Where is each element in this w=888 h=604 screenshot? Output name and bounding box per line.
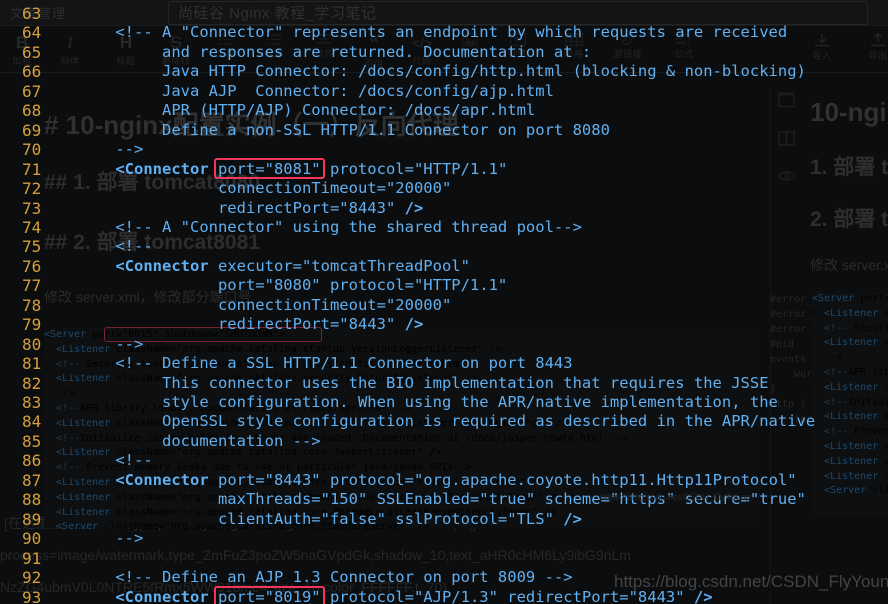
line-content: --> [78,334,144,353]
line-number: 72 [22,179,42,199]
line-content: <!-- Define an AJP 1.3 Connector on port… [78,568,573,587]
line-number: 92 [22,568,42,588]
code-line[interactable]: 90 --> [0,529,888,548]
line-content: APR (HTTP/AJP) Connector: /docs/apr.html [78,101,536,120]
line-number: 80 [22,334,42,354]
watermark-primary: https://blog.csdn.net/CSDN_FlyYoung [614,572,888,591]
line-content: <!-- [78,451,153,470]
code-line[interactable]: 66 Java HTTP Connector: /docs/config/htt… [0,62,888,81]
code-editor-overlay[interactable]: 63 64 <!-- A "Connector" represents an en… [0,0,888,604]
line-content: <Connector port="8081" protocol="HTTP/1.… [115,159,508,178]
code-line[interactable]: 80 --> [0,335,888,354]
line-number: 68 [22,101,42,121]
code-line[interactable]: 88 maxThreads="150" SSLEnabled="true" sc… [0,490,888,509]
line-content: <Connector executor="tomcatThreadPool" [115,256,470,275]
line-content: Java HTTP Connector: /docs/config/http.h… [78,62,806,81]
line-number: 77 [22,276,42,296]
code-line[interactable]: 74 <!-- A "Connector" using the shared t… [0,218,888,237]
line-content: redirectPort="8443" /> [78,315,424,334]
line-number: 69 [22,120,42,140]
code-line[interactable]: 77 port="8080" protocol="HTTP/1.1" [0,276,888,295]
line-number: 78 [22,295,42,315]
line-number: 75 [22,237,42,257]
line-content: connectionTimeout="20000" [78,179,452,198]
code-line[interactable]: 86 <!-- [0,451,888,470]
code-line[interactable]: 73 redirectPort="8443" /> [0,199,888,218]
line-content: --> [78,529,144,548]
line-content: redirectPort="8443" /> [78,198,424,217]
line-number: 84 [22,412,42,432]
code-line[interactable]: 67 Java AJP Connector: /docs/config/ajp.… [0,82,888,101]
line-content: Define a non-SSL HTTP/1.1 Connector on p… [78,120,610,139]
line-number: 65 [22,42,42,62]
line-number: 93 [22,587,42,604]
line-number: 88 [22,490,42,510]
code-line[interactable]: 71 <Connector port="8081" protocol="HTTP… [0,160,888,179]
line-number: 76 [22,256,42,276]
line-number: 70 [22,140,42,160]
line-content: style configuration. When using the APR/… [78,393,778,411]
code-line[interactable]: 68 APR (HTTP/AJP) Connector: /docs/apr.h… [0,101,888,120]
watermark-secondary: https://blog.csdn.net/CSDN_FlyYoung [600,492,751,502]
code-line[interactable]: 76 <Connector executor="tomcatThreadPool… [0,257,888,276]
line-number: 64 [22,23,42,43]
line-number: 89 [22,509,42,529]
code-line[interactable]: 78 connectionTimeout="20000" [0,296,888,315]
line-number: 63 [22,4,42,23]
code-line[interactable]: 63 [0,4,888,23]
line-number: 71 [22,159,42,179]
line-number: 79 [22,315,42,335]
line-number: 90 [22,529,42,549]
line-content: <!-- A "Connector" using the shared thre… [78,217,582,236]
line-content: <Connector port="8443" protocol="org.apa… [115,470,797,489]
code-line[interactable]: 84 OpenSSL style configuration is requir… [0,412,888,431]
line-number: 85 [22,431,42,451]
line-number: 82 [22,373,42,393]
line-content: <!-- [78,237,153,256]
line-number: 87 [22,470,42,490]
line-number: 73 [22,198,42,218]
line-content: <!-- Define a SSL HTTP/1.1 Connector on … [78,354,573,373]
line-content: connectionTimeout="20000" [78,295,452,314]
line-number: 74 [22,217,42,237]
line-content: Java AJP Connector: /docs/config/ajp.htm… [78,81,554,100]
screenshot-root: 文章管理 尚硅谷 Nginx 教程_学习笔记 B 加粗 I 斜体 H 标题 S … [0,0,888,604]
line-content: This connector uses the BIO implementati… [78,373,769,392]
code-line[interactable]: 87 <Connector port="8443" protocol="org.… [0,471,888,490]
line-content: port="8080" protocol="HTTP/1.1" [78,276,508,295]
code-line[interactable]: 64 <!-- A "Connector" represents an endp… [0,23,888,42]
code-line[interactable]: 65 and responses are returned. Documenta… [0,43,888,62]
line-content: OpenSSL style configuration is required … [78,412,816,431]
code-line[interactable]: 75 <!-- [0,237,888,256]
code-line[interactable]: 70 --> [0,140,888,159]
code-line[interactable]: 69 Define a non-SSL HTTP/1.1 Connector o… [0,121,888,140]
code-line[interactable]: 85 documentation --> [0,432,888,451]
line-content: documentation --> [78,431,321,450]
code-line[interactable]: 81 <!-- Define a SSL HTTP/1.1 Connector … [0,354,888,373]
line-content: clientAuth="false" sslProtocol="TLS" /> [78,509,582,528]
code-line[interactable]: 89 clientAuth="false" sslProtocol="TLS" … [0,510,888,529]
line-content: and responses are returned. Documentatio… [78,42,592,61]
line-number: 66 [22,62,42,82]
line-content: <!-- A "Connector" represents an endpoin… [78,23,788,42]
line-number: 86 [22,451,42,471]
code-line[interactable]: 79 redirectPort="8443" /> [0,315,888,334]
code-line[interactable]: 91 [0,549,888,568]
line-number: 81 [22,354,42,374]
code-line[interactable]: 83 style configuration. When using the A… [0,393,888,412]
line-number: 67 [22,81,42,101]
code-line[interactable]: 72 connectionTimeout="20000" [0,179,888,198]
line-number: 91 [22,548,42,568]
line-number: 83 [22,393,42,412]
code-line[interactable]: 82 This connector uses the BIO implement… [0,374,888,393]
line-content: --> [78,140,144,159]
